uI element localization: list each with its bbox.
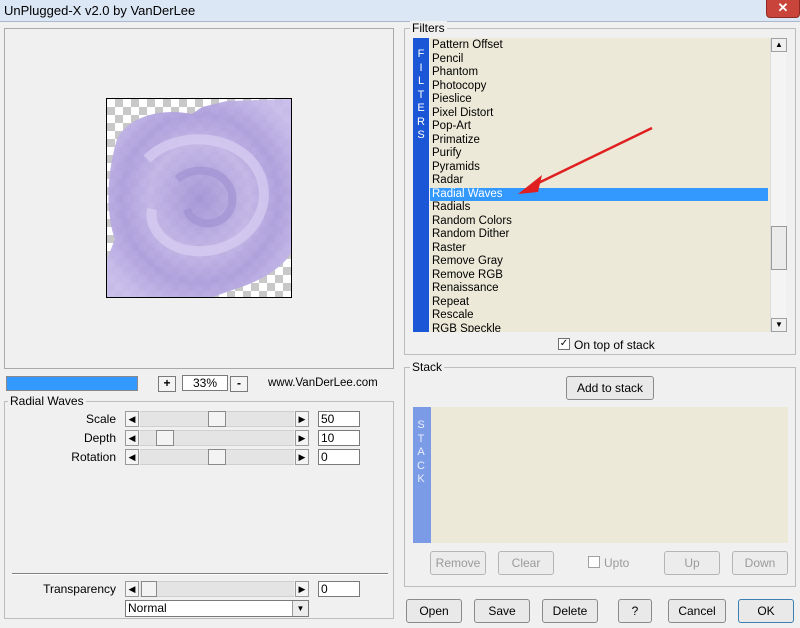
window-title: UnPlugged-X v2.0 by VanDerLee — [4, 3, 196, 18]
on-top-label: On top of stack — [574, 338, 655, 352]
filter-item[interactable]: Pieslice — [430, 93, 768, 107]
preview-image — [106, 98, 292, 298]
sidebar-letter: T — [417, 432, 425, 445]
delete-button[interactable]: Delete — [542, 599, 598, 623]
add-to-stack-button[interactable]: Add to stack — [566, 376, 654, 400]
sidebar-letter: R — [417, 115, 425, 128]
filter-item[interactable]: Radials — [430, 201, 768, 215]
check-icon: ✓ — [559, 338, 569, 349]
swirl-shape — [107, 99, 291, 297]
zoom-out-button[interactable]: - — [230, 376, 248, 392]
depth-label: Depth — [83, 431, 116, 445]
stack-list[interactable] — [431, 407, 788, 543]
stack-sidebar-letters: STACK — [413, 407, 431, 487]
filters-group-label: Filters — [410, 21, 447, 35]
clear-button[interactable]: Clear — [498, 551, 554, 575]
zoom-value: 33% — [182, 375, 228, 391]
sidebar-letter: S — [417, 129, 425, 141]
separator-line — [12, 573, 388, 575]
sidebar-letter: E — [417, 102, 425, 114]
scale-value[interactable]: 50 — [318, 411, 360, 427]
rotation-value[interactable]: 0 — [318, 449, 360, 465]
filter-item[interactable]: Random Dither — [430, 228, 768, 242]
annotation-arrow — [518, 126, 653, 194]
sidebar-letter: I — [419, 61, 423, 74]
transparency-value[interactable]: 0 — [318, 581, 360, 597]
sidebar-letter: L — [417, 75, 425, 87]
cancel-button[interactable]: Cancel — [668, 599, 726, 623]
scale-left-arrow[interactable]: ◀ — [125, 411, 139, 427]
filter-item[interactable]: Pencil — [430, 53, 768, 67]
stack-sidebar: STACK — [413, 407, 431, 543]
blend-mode-value: Normal — [128, 601, 167, 615]
scroll-down-arrow[interactable]: ▼ — [771, 318, 787, 332]
filter-item[interactable]: RGB Speckle — [430, 323, 768, 333]
filter-item[interactable]: Remove Gray — [430, 255, 768, 269]
save-button[interactable]: Save — [474, 599, 530, 623]
chevron-down-icon[interactable]: ▼ — [292, 601, 308, 616]
filter-item[interactable]: Pixel Distort — [430, 107, 768, 121]
filter-item[interactable]: Repeat — [430, 296, 768, 310]
filter-item[interactable]: Remove RGB — [430, 269, 768, 283]
open-button[interactable]: Open — [406, 599, 462, 623]
sidebar-letter: K — [417, 473, 425, 485]
stack-group-label: Stack — [410, 360, 445, 374]
upto-label: Upto — [604, 556, 630, 570]
sidebar-letter: F — [417, 48, 425, 60]
sidebar-letter: A — [417, 446, 425, 458]
zoom-in-button[interactable]: + — [158, 376, 176, 392]
transparency-label: Transparency — [43, 582, 116, 596]
scroll-thumb[interactable] — [771, 226, 787, 270]
filter-item[interactable]: Photocopy — [430, 80, 768, 94]
arrow-head — [518, 175, 542, 194]
scroll-up-arrow[interactable]: ▲ — [771, 38, 787, 52]
filters-sidebar-letters: FILTERS — [413, 38, 429, 143]
filter-item[interactable]: Random Colors — [430, 215, 768, 229]
upto-checkbox[interactable] — [588, 556, 600, 568]
close-button[interactable]: ✕ — [766, 0, 800, 18]
filters-sidebar: FILTERS — [413, 38, 429, 332]
progress-bar — [6, 376, 138, 391]
transparency-left-arrow[interactable]: ◀ — [125, 581, 139, 597]
ok-button[interactable]: OK — [738, 599, 794, 623]
up-button[interactable]: Up — [664, 551, 720, 575]
rotation-right-arrow[interactable]: ▶ — [295, 449, 309, 465]
scale-slider-thumb[interactable] — [208, 411, 226, 427]
transparency-slider-thumb[interactable] — [141, 581, 157, 597]
filter-item[interactable]: Rescale — [430, 309, 768, 323]
rotation-left-arrow[interactable]: ◀ — [125, 449, 139, 465]
filter-item[interactable]: Pattern Offset — [430, 39, 768, 53]
sidebar-letter: T — [417, 88, 425, 101]
rotation-label: Rotation — [71, 450, 116, 464]
filter-item[interactable]: Phantom — [430, 66, 768, 80]
transparency-slider-track[interactable] — [140, 581, 294, 597]
depth-slider-thumb[interactable] — [156, 430, 174, 446]
down-button[interactable]: Down — [732, 551, 788, 575]
blend-mode-select[interactable]: Normal ▼ — [125, 600, 309, 617]
depth-value[interactable]: 10 — [318, 430, 360, 446]
sidebar-letter: C — [417, 459, 425, 472]
progress-fill — [7, 377, 137, 390]
rotation-slider-thumb[interactable] — [208, 449, 226, 465]
params-group-label: Radial Waves — [8, 394, 86, 408]
arrow-shaft — [527, 126, 653, 190]
help-button[interactable]: ? — [618, 599, 652, 623]
on-top-checkbox[interactable]: ✓ — [558, 338, 570, 350]
sidebar-letter: S — [417, 419, 425, 431]
filter-item[interactable]: Raster — [430, 242, 768, 256]
filter-list-scrollbar[interactable]: ▲ ▼ — [770, 38, 787, 332]
depth-left-arrow[interactable]: ◀ — [125, 430, 139, 446]
scale-right-arrow[interactable]: ▶ — [295, 411, 309, 427]
transparency-right-arrow[interactable]: ▶ — [295, 581, 309, 597]
remove-button[interactable]: Remove — [430, 551, 486, 575]
filter-item[interactable]: Renaissance — [430, 282, 768, 296]
scale-label: Scale — [85, 412, 116, 426]
website-link[interactable]: www.VanDerLee.com — [268, 377, 378, 389]
depth-right-arrow[interactable]: ▶ — [295, 430, 309, 446]
